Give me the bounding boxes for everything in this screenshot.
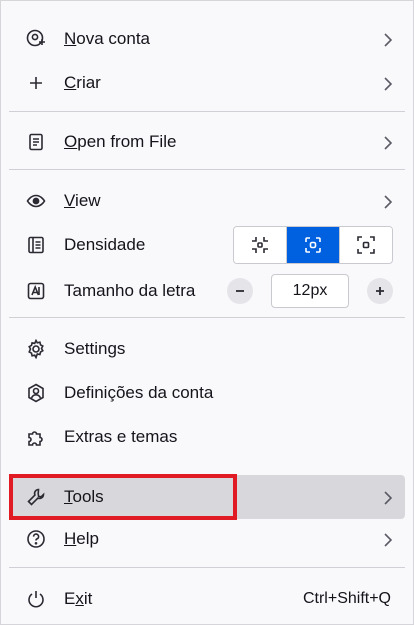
menu-item-account-settings[interactable]: Definições da conta — [9, 373, 405, 413]
separator — [9, 567, 405, 568]
menu-item-exit[interactable]: Exit Ctrl+Shift+Q — [9, 579, 405, 619]
eye-icon — [25, 190, 47, 212]
exit-shortcut: Ctrl+Shift+Q — [302, 590, 391, 607]
chevron-right-icon — [381, 76, 395, 91]
increase-font-button[interactable] — [367, 278, 393, 304]
density-compact-button[interactable] — [234, 227, 287, 263]
menu-item-help-label: Help — [64, 529, 99, 548]
decrease-font-button[interactable] — [227, 278, 253, 304]
compact-density-icon — [252, 237, 268, 253]
density-normal-button[interactable] — [287, 227, 340, 263]
chevron-right-icon — [381, 32, 395, 47]
menu-item-help[interactable]: Help — [9, 519, 405, 559]
help-icon — [25, 528, 47, 550]
separator — [9, 111, 405, 112]
chevron-right-icon — [381, 490, 395, 505]
menu-item-font-size: Tamanho da letra 12px — [9, 271, 405, 311]
font-size-control: 12px — [227, 274, 393, 308]
font-size-value: 12px — [271, 274, 349, 308]
font-size-icon — [25, 280, 47, 302]
chevron-right-icon — [381, 135, 395, 150]
normal-density-icon — [305, 237, 321, 253]
menu-item-account-settings-label: Definições da conta — [64, 383, 214, 402]
puzzle-icon — [25, 426, 47, 448]
menu-item-addons[interactable]: Extras e temas — [9, 417, 405, 457]
tools-highlight-box — [9, 474, 237, 520]
power-icon — [25, 588, 47, 610]
new-account-icon — [25, 28, 47, 50]
menu-item-view[interactable]: View — [9, 181, 405, 221]
chevron-right-icon — [381, 532, 395, 547]
menu-item-new-account[interactable]: Nova conta — [9, 19, 405, 59]
font-size-label: Tamanho da letra — [64, 281, 196, 300]
menu-item-settings[interactable]: Settings — [9, 329, 405, 369]
menu-item-view-label: View — [64, 191, 101, 210]
menu-item-create[interactable]: Criar — [9, 63, 405, 103]
menu-item-exit-label: Exit — [64, 589, 93, 608]
separator — [9, 169, 405, 170]
account-settings-icon — [25, 382, 47, 404]
density-icon — [25, 234, 47, 256]
separator — [9, 317, 405, 318]
gear-icon — [25, 338, 47, 360]
menu-item-open-from-file[interactable]: Open from File — [9, 122, 405, 162]
app-menu-panel: Nova conta Criar Open from File View Den… — [0, 0, 414, 625]
minus-icon — [236, 290, 244, 292]
menu-item-settings-label: Settings — [64, 339, 126, 358]
plus-icon — [25, 72, 47, 94]
menu-item-addons-label: Extras e temas — [64, 427, 178, 446]
touch-density-icon — [357, 236, 375, 254]
menu-item-density: Densidade — [9, 225, 405, 265]
menu-item-create-label: Criar — [64, 73, 101, 92]
chevron-right-icon — [381, 194, 395, 209]
menu-item-open-from-file-label: Open from File — [64, 132, 177, 151]
file-icon — [25, 131, 47, 153]
density-segmented-control — [233, 226, 393, 264]
density-touch-button[interactable] — [340, 227, 392, 263]
plus-icon — [376, 287, 384, 295]
density-label: Densidade — [64, 235, 146, 254]
menu-item-new-account-label: Nova conta — [64, 29, 151, 48]
